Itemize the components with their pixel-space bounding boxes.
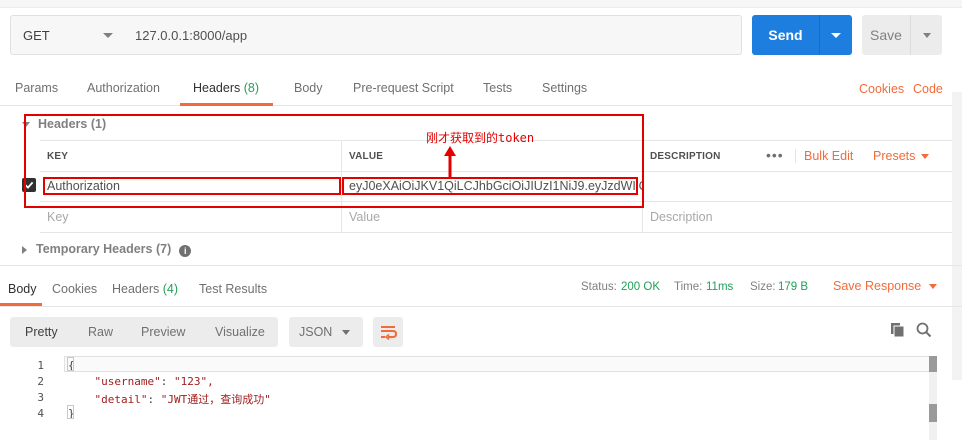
editor-scroll-thumb[interactable] [929, 356, 937, 372]
size-bytes: 179 B [778, 281, 809, 293]
page-scrollbar[interactable] [952, 92, 962, 380]
response-tab-cookies[interactable]: Cookies [52, 282, 97, 296]
body-view-modes: Pretty Raw Preview Visualize [10, 317, 278, 347]
save-options-button[interactable] [911, 32, 942, 38]
line-number: 2 [37, 375, 44, 388]
code-line: "detail": "JWT通过，查询成功" [94, 393, 271, 406]
format-select[interactable]: JSON [289, 317, 363, 347]
bracket-match-open [67, 357, 74, 371]
info-icon[interactable]: i [179, 245, 192, 257]
response-tab-body[interactable]: Body [8, 282, 37, 296]
response-tab-headers[interactable]: Headers (4) [112, 282, 178, 296]
request-tabs: Params Authorization Headers (8) Body Pr… [0, 68, 962, 106]
url-value: 127.0.0.1:8000/app [135, 27, 248, 43]
tab-authorization[interactable]: Authorization [87, 81, 160, 95]
annotation-arrow-icon [444, 146, 456, 178]
save-button[interactable]: Save [862, 15, 942, 55]
chevron-down-icon [921, 154, 930, 160]
json-key: "detail" [94, 393, 148, 406]
header-description-cell[interactable] [642, 171, 962, 201]
status-code: 200 OK [621, 281, 660, 293]
editor-scroll-marker [929, 404, 937, 422]
chevron-down-icon [103, 33, 113, 38]
url-input[interactable]: 127.0.0.1:8000/app [125, 15, 742, 55]
line-number: 3 [37, 391, 44, 404]
json-key: "username" [94, 375, 161, 388]
more-options-icon[interactable]: ••• [766, 147, 784, 163]
time-value: 11ms [706, 281, 733, 293]
status-value: 200 OK [621, 281, 660, 293]
tab-headers[interactable]: Headers (8) [193, 81, 259, 95]
caret-right-icon [22, 245, 27, 254]
active-tab-indicator [180, 103, 273, 106]
wrap-lines-button[interactable] [373, 317, 403, 347]
mode-pretty[interactable]: Pretty [25, 325, 58, 339]
json-value: "JWT通过，查询成功" [160, 393, 271, 406]
size-value: 179 B [778, 281, 808, 293]
tab-params[interactable]: Params [15, 81, 58, 95]
tab-tests[interactable]: Tests [483, 81, 512, 95]
tab-headers-count: (8) [243, 81, 260, 95]
temporary-headers-count: (7) [155, 242, 172, 256]
code-link[interactable]: Code [913, 82, 943, 96]
tab-pre-request-script[interactable]: Pre-request Script [353, 81, 454, 95]
new-description-input[interactable]: Description [642, 201, 962, 232]
bulk-edit-link[interactable]: Bulk Edit [795, 149, 853, 163]
temporary-headers-title: Temporary Headers [36, 242, 153, 256]
send-options-button[interactable] [820, 32, 852, 38]
save-label: Save [870, 27, 902, 43]
copy-icon[interactable] [890, 322, 906, 338]
status-label: Status: [581, 281, 617, 293]
response-body-editor[interactable]: 1 { 2 "username": "123", 3 "detail": "JW… [0, 356, 940, 440]
mode-raw[interactable]: Raw [88, 325, 113, 339]
presets-label: Presets [873, 149, 916, 163]
send-label: Send [768, 27, 803, 43]
tab-headers-label: Headers [193, 81, 241, 95]
chevron-down-icon [929, 284, 938, 290]
save-response-label: Save Response [833, 279, 922, 293]
method-value: GET [23, 27, 50, 43]
chevron-down-icon [831, 32, 841, 38]
mode-preview[interactable]: Preview [141, 325, 185, 339]
code-line: "username": "123", [94, 375, 214, 388]
wrap-lines-icon [381, 326, 398, 341]
chevron-down-icon [922, 32, 931, 38]
line-number: 4 [37, 407, 44, 420]
editor-scrollbar[interactable] [929, 356, 937, 440]
search-icon[interactable] [916, 322, 932, 338]
line-number: 1 [37, 359, 44, 372]
format-value: JSON [299, 325, 333, 339]
top-strip [0, 0, 962, 8]
tab-settings[interactable]: Settings [542, 81, 587, 95]
method-select[interactable]: GET [10, 15, 126, 55]
response-tab-headers-label: Headers [112, 282, 160, 296]
mode-visualize[interactable]: Visualize [215, 325, 265, 339]
annotation-key-box [43, 177, 341, 195]
time-ms: 11ms [706, 281, 734, 293]
save-response-dropdown[interactable]: Save Response [833, 279, 938, 293]
json-value: "123", [173, 375, 214, 388]
presets-dropdown[interactable]: Presets [873, 149, 930, 163]
size-label: Size: [750, 281, 776, 293]
time-label: Time: [674, 281, 703, 293]
annotation-value-box [342, 177, 638, 195]
chevron-down-icon [342, 330, 350, 335]
temporary-headers-toggle[interactable]: Temporary Headers (7) i [22, 242, 192, 257]
tab-body[interactable]: Body [294, 81, 323, 95]
bracket-match-close [67, 405, 74, 419]
cookies-link[interactable]: Cookies [859, 82, 904, 96]
send-button[interactable]: Send [752, 15, 852, 55]
response-tab-headers-count: (4) [162, 282, 179, 296]
response-tab-test-results[interactable]: Test Results [199, 282, 267, 296]
